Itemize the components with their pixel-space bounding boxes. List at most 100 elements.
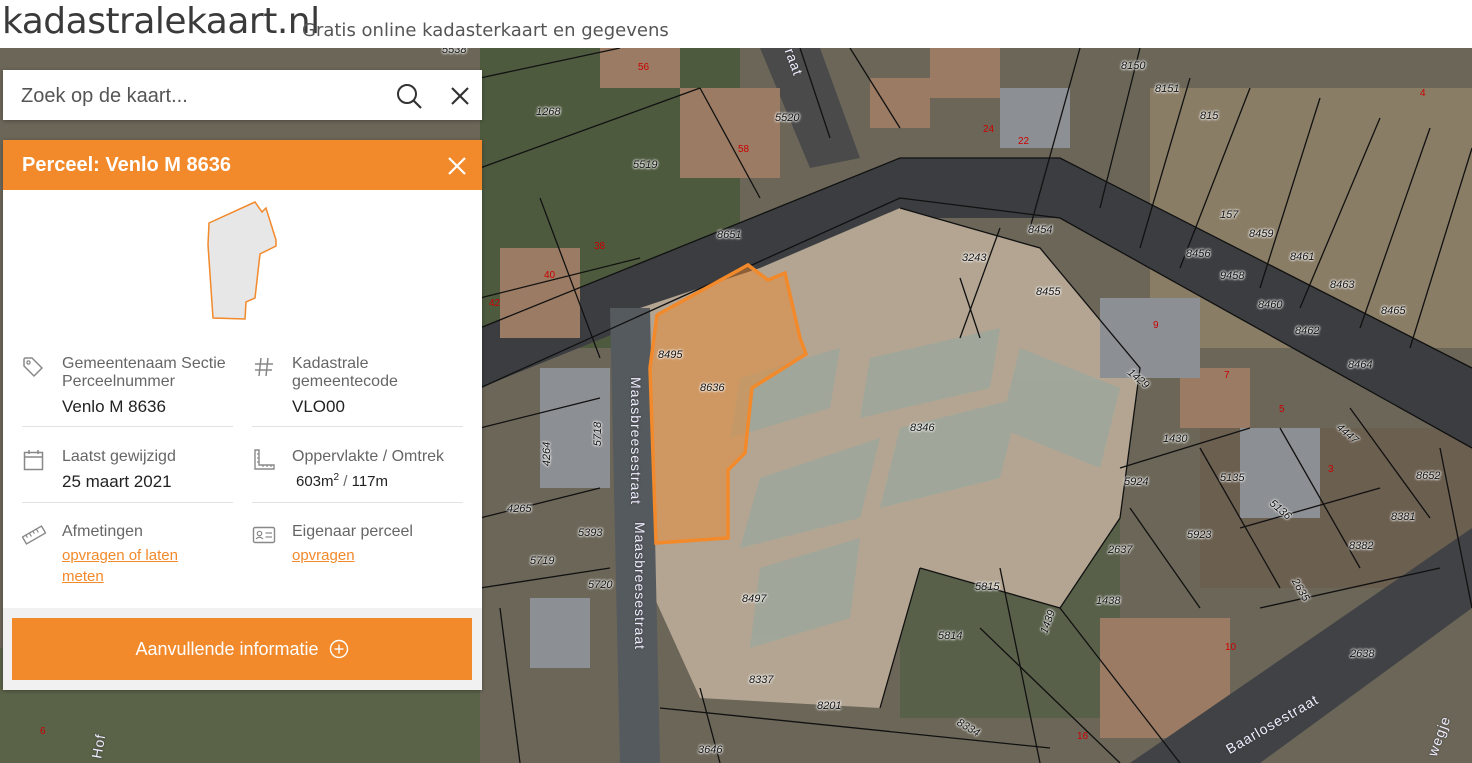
afmetingen-link[interactable]: opvragen of laten meten — [62, 545, 212, 587]
gemeentecode-label: Kadastrale gemeentecode — [292, 355, 398, 390]
parcel-info-panel: Perceel: Venlo M 8636 Gemeentenaam Secti… — [3, 140, 482, 690]
house-number: 22 — [1018, 136, 1030, 147]
divider — [252, 426, 463, 427]
house-number: 10 — [1225, 642, 1237, 653]
search-bar — [3, 70, 482, 120]
house-number: 56 — [638, 62, 650, 73]
hash-icon — [255, 357, 273, 377]
parcel-label: 8201 — [817, 700, 842, 712]
divider — [22, 502, 233, 503]
panel-footer: Aanvullende informatie — [3, 608, 482, 690]
site-tagline: Gratis online kadasterkaart en gegevens — [302, 20, 669, 41]
info-oppervlakte: Oppervlakte / Omtrek 603m2 / 117m — [252, 448, 464, 503]
house-number: 3 — [1328, 464, 1334, 475]
parcel-label: 5393 — [578, 527, 603, 539]
plus-circle-icon — [329, 639, 348, 659]
parcel-label: 5538 — [442, 48, 467, 56]
house-number: 24 — [983, 124, 995, 135]
house-number: 6 — [40, 726, 46, 737]
parcel-label: 2638 — [1350, 648, 1375, 660]
parcel-label: 2637 — [1108, 544, 1133, 556]
gemeente-value: Venlo M 8636 — [62, 397, 166, 416]
parcel-label: 5520 — [775, 112, 800, 124]
street-label: Maasbreesestraat — [628, 376, 645, 506]
panel-header: Perceel: Venlo M 8636 — [3, 140, 482, 190]
parcel-label: 5719 — [530, 555, 555, 567]
parcel-label: 5923 — [1187, 529, 1212, 541]
house-number: 38 — [594, 241, 606, 252]
parcel-label: 8337 — [749, 674, 774, 686]
site-header: kadastralekaart.nl Gratis online kadaste… — [0, 0, 1472, 48]
parcel-label: 3646 — [698, 744, 723, 756]
house-number: 9 — [1153, 320, 1159, 331]
parcel-label: 8459 — [1249, 228, 1274, 240]
parcel-label: 815 — [1200, 110, 1219, 122]
parcel-label: 1438 — [1096, 595, 1121, 607]
search-input[interactable] — [21, 82, 381, 110]
parcel-label: 5924 — [1124, 476, 1149, 488]
calendar-icon — [23, 450, 44, 471]
area-icon — [254, 449, 275, 470]
parcel-label: 5815 — [975, 581, 1000, 593]
parcel-label: 4264 — [541, 441, 554, 467]
more-info-button[interactable]: Aanvullende informatie — [12, 618, 472, 680]
parcel-label: 8454 — [1028, 224, 1053, 236]
parcel-label: 8382 — [1349, 540, 1374, 552]
parcel-label: 8381 — [1391, 511, 1416, 523]
parcel-label: 8497 — [742, 593, 767, 605]
close-icon[interactable] — [444, 153, 470, 179]
parcel-label: 8495 — [658, 349, 683, 361]
more-info-label: Aanvullende informatie — [135, 638, 319, 659]
parcel-label: 8150 — [1121, 60, 1146, 72]
info-gemeente: Gemeentenaam Sectie Perceelnummer Venlo … — [22, 355, 234, 427]
parcel-label: 157 — [1220, 209, 1239, 221]
parcel-label: 8455 — [1036, 286, 1061, 298]
site-logo[interactable]: kadastralekaart.nl — [2, 1, 320, 42]
parcel-label: 8462 — [1295, 325, 1320, 337]
divider — [252, 502, 463, 503]
tag-icon — [23, 357, 43, 377]
parcel-label: 9458 — [1220, 270, 1245, 282]
divider — [22, 426, 233, 427]
parcel-label: 4265 — [507, 503, 532, 515]
parcel-label: 8346 — [910, 422, 935, 434]
house-number: 7 — [1224, 370, 1230, 381]
parcel-label: 8456 — [1186, 248, 1211, 260]
close-icon[interactable] — [447, 83, 473, 109]
parcel-label: 8460 — [1258, 299, 1283, 311]
parcel-label: 5519 — [633, 159, 658, 171]
parcel-shape-preview — [207, 201, 277, 320]
house-number: 40 — [544, 270, 556, 281]
oppervlakte-label: Oppervlakte / Omtrek — [292, 448, 445, 465]
parcel-label: 1430 — [1163, 433, 1188, 445]
oppervlakte-value: 603m2 / 117m — [296, 472, 388, 490]
area-value: 603m — [296, 473, 334, 490]
street-label: Maasbreesestraat — [632, 521, 649, 651]
house-number: 42 — [489, 298, 501, 309]
gewijzigd-label: Laatst gewijzigd — [62, 448, 176, 465]
parcel-label: 5720 — [588, 579, 613, 591]
search-icon[interactable] — [395, 82, 423, 110]
house-number: 16 — [1077, 731, 1089, 742]
parcel-label: 8463 — [1330, 279, 1355, 291]
house-number: 58 — [738, 144, 750, 155]
parcel-label: 8651 — [717, 229, 742, 241]
info-gewijzigd: Laatst gewijzigd 25 maart 2021 — [22, 448, 234, 503]
house-number: 4 — [1420, 88, 1426, 99]
ruler-icon — [22, 525, 46, 545]
gemeentecode-value: VLO00 — [292, 397, 345, 416]
house-number: 5 — [1279, 404, 1285, 415]
parcel-label: 8465 — [1381, 305, 1406, 317]
parcel-label: 5814 — [938, 630, 963, 642]
parcel-label: 8151 — [1155, 83, 1180, 95]
afmetingen-label: Afmetingen — [62, 523, 143, 540]
perimeter-value: 117m — [351, 473, 389, 490]
parcel-label: 8461 — [1290, 251, 1315, 263]
eigenaar-label: Eigenaar perceel — [292, 523, 413, 540]
info-eigenaar: Eigenaar perceel opvragen — [252, 523, 464, 593]
parcel-label: 3243 — [962, 252, 987, 264]
parcel-label: 1268 — [536, 106, 561, 118]
parcel-label: 8464 — [1348, 359, 1373, 371]
parcel-label: 5718 — [592, 421, 605, 447]
eigenaar-link[interactable]: opvragen — [292, 545, 462, 566]
